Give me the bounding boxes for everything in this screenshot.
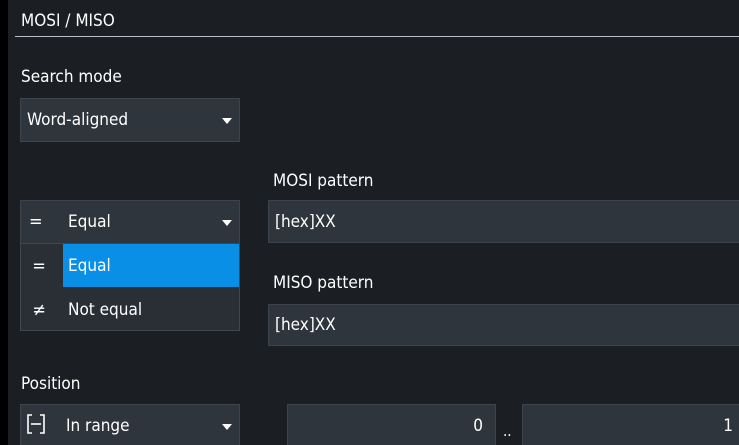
miso-pattern-input[interactable]: [hex]XX [268, 304, 739, 346]
chevron-down-icon [222, 424, 232, 430]
condition-dropdown[interactable]: = Equal [20, 200, 240, 244]
range-from-input[interactable]: 0 [287, 404, 496, 445]
range-from-value: 0 [473, 416, 483, 436]
range-to-value: 1 [723, 416, 733, 436]
range-icon [27, 414, 45, 434]
section-title: MOSI / MISO [21, 11, 115, 31]
option-label: Not equal [68, 299, 143, 320]
miso-pattern-value: [hex]XX [275, 315, 336, 335]
miso-pattern-label: MISO pattern [273, 273, 374, 293]
chevron-down-icon [222, 118, 232, 124]
not-equal-icon: ≠ [32, 299, 46, 320]
condition-options-list: = Equal ≠ Not equal [20, 243, 240, 331]
chevron-down-icon [222, 220, 232, 226]
range-separator: .. [503, 422, 512, 440]
option-label: Equal [68, 255, 111, 276]
position-label: Position [21, 374, 81, 394]
equal-icon: = [29, 211, 43, 232]
position-mode-value: In range [66, 416, 130, 436]
condition-value: Equal [68, 212, 111, 232]
option-equal[interactable]: = Equal [21, 244, 239, 287]
search-mode-dropdown[interactable]: Word-aligned [20, 98, 240, 142]
mosi-pattern-label: MOSI pattern [273, 171, 374, 191]
search-mode-value: Word-aligned [27, 110, 129, 130]
search-mode-label: Search mode [21, 67, 122, 87]
equal-icon: = [32, 255, 46, 276]
option-not-equal[interactable]: ≠ Not equal [21, 288, 239, 331]
section-divider [15, 36, 739, 37]
range-to-input[interactable]: 1 [522, 404, 739, 445]
position-mode-dropdown[interactable]: In range [20, 404, 240, 445]
mosi-pattern-input[interactable]: [hex]XX [268, 200, 739, 243]
mosi-pattern-value: [hex]XX [275, 211, 336, 232]
